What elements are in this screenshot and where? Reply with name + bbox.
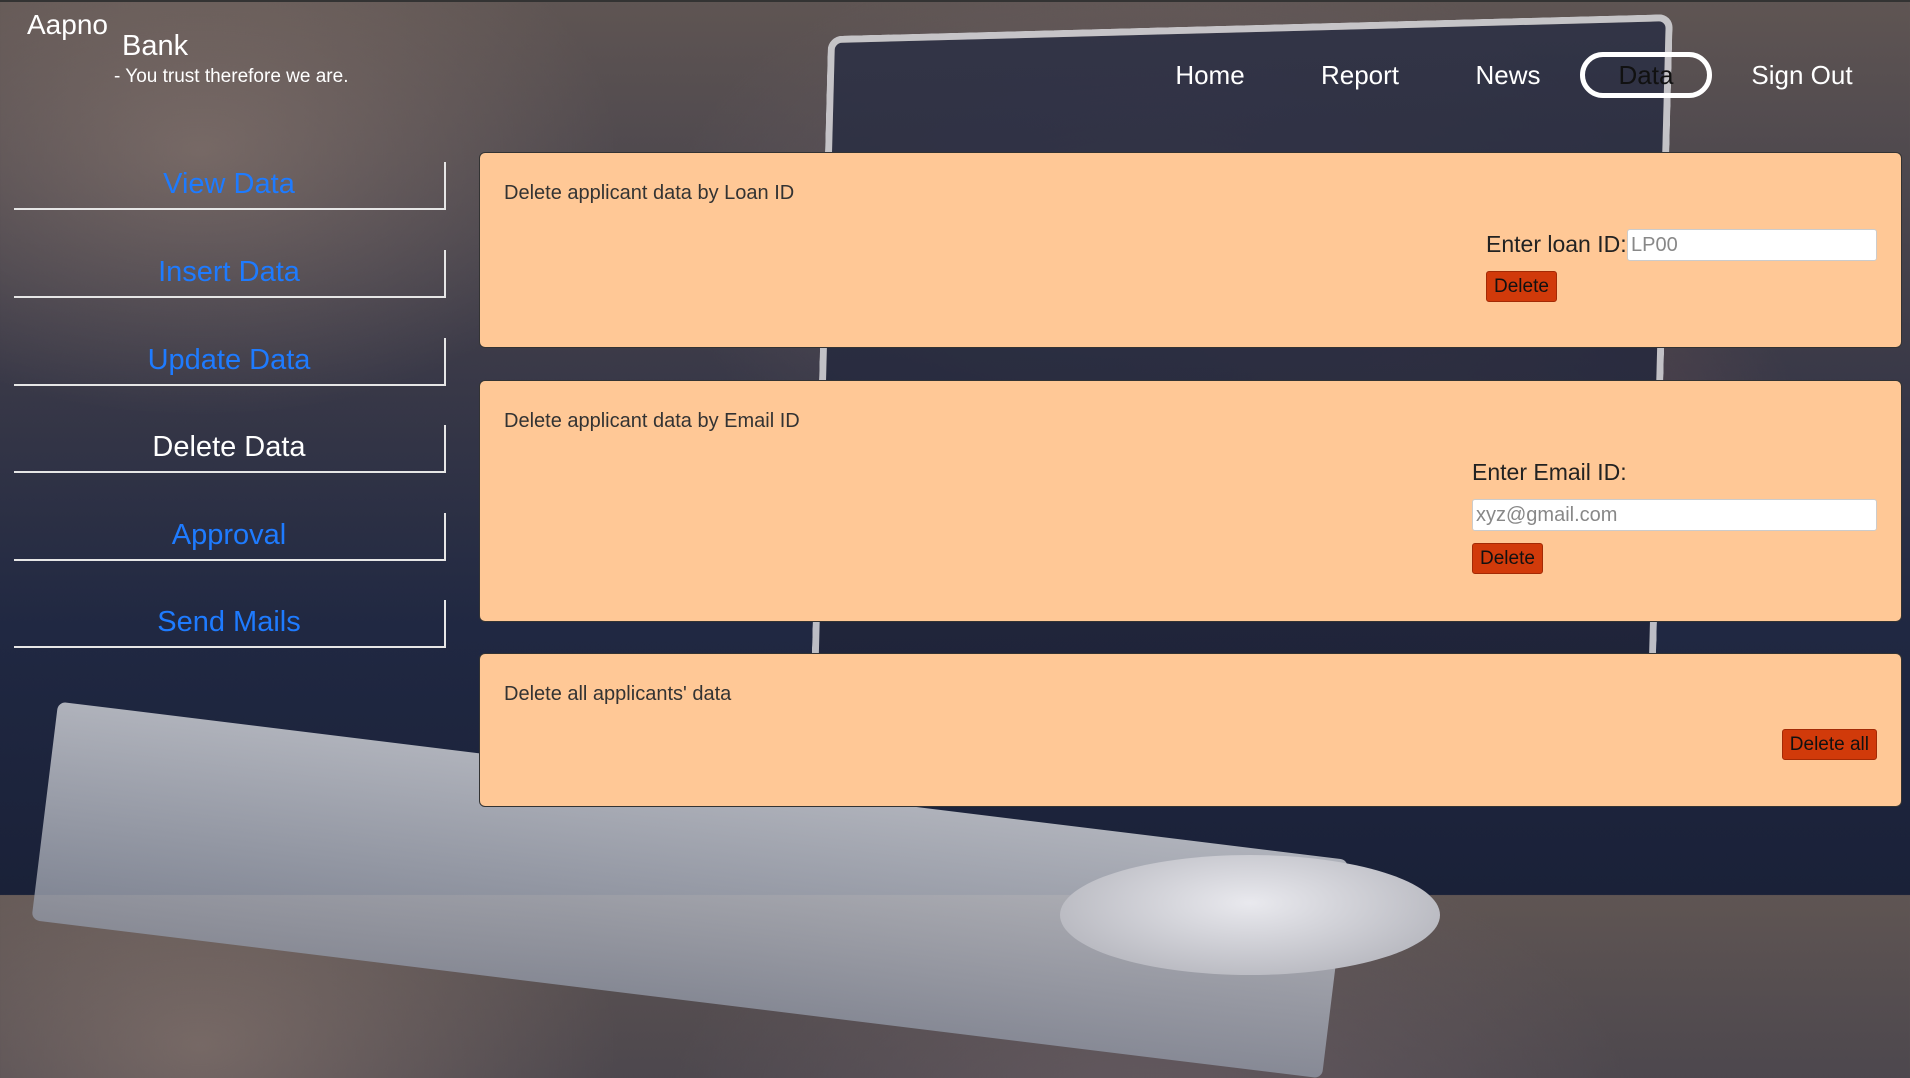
delete-by-loan-title: Delete applicant data by Loan ID xyxy=(504,182,795,204)
delete-by-email-panel: Delete applicant data by Email ID Enter … xyxy=(479,380,1902,622)
sidebar-item-send-mails[interactable]: Send Mails xyxy=(14,600,446,648)
sidebar-item-approval[interactable]: Approval xyxy=(14,513,446,561)
delete-by-email-title: Delete applicant data by Email ID xyxy=(504,410,800,432)
delete-by-loan-button[interactable]: Delete xyxy=(1486,271,1557,302)
email-id-input[interactable] xyxy=(1472,499,1877,531)
email-id-label: Enter Email ID: xyxy=(1472,459,1627,485)
delete-all-panel: Delete all applicants' data Delete all xyxy=(479,653,1902,807)
nav-sign-out[interactable]: Sign Out xyxy=(1740,52,1864,98)
top-nav: Home Report News Data Sign Out xyxy=(0,52,1910,102)
sidebar-item-view-data[interactable]: View Data xyxy=(14,162,446,210)
sidebar-item-delete-data[interactable]: Delete Data xyxy=(14,425,446,473)
brand-name-first: Aapno xyxy=(27,9,108,40)
background-mouse xyxy=(1060,855,1440,975)
loan-id-label: Enter loan ID: xyxy=(1486,231,1627,257)
delete-by-email-button[interactable]: Delete xyxy=(1472,543,1543,574)
window-top-border xyxy=(0,0,1910,2)
sidebar-item-update-data[interactable]: Update Data xyxy=(14,338,446,386)
nav-news[interactable]: News xyxy=(1460,52,1556,98)
sidebar-item-insert-data[interactable]: Insert Data xyxy=(14,250,446,298)
loan-id-input[interactable] xyxy=(1627,229,1877,261)
delete-by-loan-panel: Delete applicant data by Loan ID Enter l… xyxy=(479,152,1902,348)
nav-home[interactable]: Home xyxy=(1160,52,1260,98)
delete-all-button[interactable]: Delete all xyxy=(1781,729,1877,760)
delete-all-title: Delete all applicants' data xyxy=(504,683,732,705)
nav-data[interactable]: Data xyxy=(1580,52,1712,98)
nav-report[interactable]: Report xyxy=(1306,52,1414,98)
